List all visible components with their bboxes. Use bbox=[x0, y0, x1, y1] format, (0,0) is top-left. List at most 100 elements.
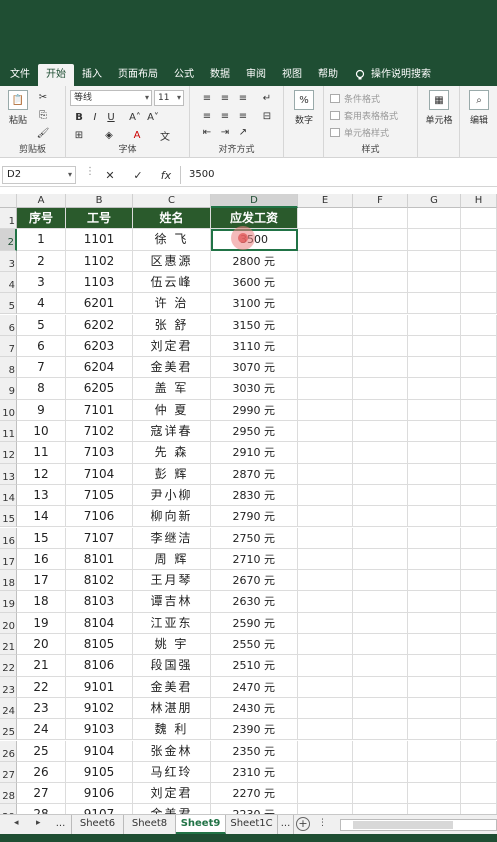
add-sheet-button[interactable]: + bbox=[296, 817, 310, 831]
empty-cell[interactable] bbox=[298, 697, 353, 720]
font-name-select[interactable]: 等线 ▾ bbox=[70, 90, 152, 106]
table-header-cell[interactable]: 应发工资 bbox=[211, 208, 298, 230]
empty-cell[interactable] bbox=[298, 719, 353, 741]
table-cell-name[interactable]: 王月琴 bbox=[133, 570, 211, 592]
copy-icon[interactable]: ⎘ bbox=[36, 108, 50, 122]
cancel-button[interactable]: ✕ bbox=[100, 166, 120, 184]
empty-cell[interactable] bbox=[353, 591, 408, 613]
empty-cell[interactable] bbox=[298, 676, 353, 698]
table-cell-id[interactable]: 9106 bbox=[66, 783, 133, 805]
tab-6[interactable]: 审阅 bbox=[238, 64, 274, 86]
sheet-tab[interactable]: ... bbox=[50, 815, 72, 834]
empty-cell[interactable] bbox=[353, 250, 408, 272]
empty-cell[interactable] bbox=[298, 612, 353, 634]
empty-cell[interactable] bbox=[461, 250, 497, 272]
row-header[interactable]: 11 bbox=[0, 421, 17, 443]
empty-cell[interactable] bbox=[461, 314, 497, 336]
empty-cell[interactable] bbox=[408, 740, 461, 762]
empty-cell[interactable] bbox=[298, 293, 353, 315]
table-cell-id[interactable]: 9102 bbox=[66, 697, 133, 720]
font-size-select[interactable]: 11 ▾ bbox=[154, 90, 184, 106]
empty-cell[interactable] bbox=[408, 293, 461, 315]
table-cell-name[interactable]: 张金林 bbox=[133, 740, 211, 762]
next-sheet-icon[interactable]: ▸ bbox=[36, 818, 41, 828]
empty-cell[interactable] bbox=[408, 676, 461, 698]
table-cell-name[interactable]: 仲 夏 bbox=[133, 399, 211, 421]
indent-decrease-icon[interactable]: ⇤ bbox=[200, 126, 214, 138]
row-header[interactable]: 10 bbox=[0, 399, 17, 421]
table-cell-name[interactable]: 柳向新 bbox=[133, 506, 211, 528]
empty-cell[interactable] bbox=[408, 655, 461, 677]
row-header[interactable]: 15 bbox=[0, 506, 17, 528]
table-cell-id[interactable]: 6205 bbox=[66, 378, 133, 400]
empty-cell[interactable] bbox=[461, 761, 497, 784]
table-cell-name[interactable]: 寇详春 bbox=[133, 421, 211, 443]
row-header[interactable]: 17 bbox=[0, 548, 17, 571]
empty-cell[interactable] bbox=[461, 421, 497, 443]
empty-cell[interactable] bbox=[298, 335, 353, 358]
row-header[interactable]: 8 bbox=[0, 357, 17, 379]
table-cell-id[interactable]: 9103 bbox=[66, 719, 133, 741]
empty-cell[interactable] bbox=[408, 484, 461, 507]
empty-cell[interactable] bbox=[461, 591, 497, 613]
align-right-icon[interactable]: ≡ bbox=[236, 110, 250, 122]
empty-cell[interactable] bbox=[353, 527, 408, 549]
column-header-f[interactable]: F bbox=[353, 194, 408, 208]
column-header-a[interactable]: A bbox=[17, 194, 66, 208]
table-cell-id[interactable]: 6204 bbox=[66, 357, 133, 379]
conditional-format-button[interactable]: 条件格式 bbox=[330, 92, 380, 105]
row-header[interactable]: 5 bbox=[0, 293, 17, 315]
table-cell-id[interactable]: 6201 bbox=[66, 293, 133, 315]
tab-5[interactable]: 数据 bbox=[202, 64, 238, 86]
more-icon[interactable]: ⋮ bbox=[318, 818, 327, 828]
table-cell-salary[interactable]: 2270 元 bbox=[211, 783, 298, 805]
horizontal-scrollbar[interactable] bbox=[340, 819, 497, 831]
table-cell-seq[interactable]: 13 bbox=[17, 484, 66, 507]
tab-0[interactable]: 文件 bbox=[2, 64, 38, 86]
empty-cell[interactable] bbox=[353, 357, 408, 379]
bold-button[interactable]: B bbox=[72, 110, 86, 124]
table-cell-name[interactable]: 谭吉林 bbox=[133, 591, 211, 613]
empty-cell[interactable] bbox=[353, 378, 408, 400]
table-cell-salary[interactable]: 2950 元 bbox=[211, 421, 298, 443]
column-header-b[interactable]: B bbox=[66, 194, 133, 208]
empty-cell[interactable] bbox=[408, 570, 461, 592]
empty-cell[interactable] bbox=[353, 484, 408, 507]
empty-cell[interactable] bbox=[408, 463, 461, 485]
align-middle-icon[interactable]: ≡ bbox=[218, 92, 232, 104]
table-cell-salary[interactable]: 3070 元 bbox=[211, 357, 298, 379]
row-header[interactable]: 21 bbox=[0, 634, 17, 656]
empty-cell[interactable] bbox=[298, 399, 353, 421]
empty-cell[interactable] bbox=[408, 506, 461, 528]
column-header-c[interactable]: C bbox=[133, 194, 211, 208]
table-cell-name[interactable]: 刘定君 bbox=[133, 783, 211, 805]
table-header-cell[interactable]: 姓名 bbox=[133, 208, 211, 230]
table-cell-salary[interactable]: 3110 元 bbox=[211, 335, 298, 358]
table-cell-salary[interactable]: 2910 元 bbox=[211, 442, 298, 464]
indent-increase-icon[interactable]: ⇥ bbox=[218, 126, 232, 138]
number-format-button[interactable]: % 数字 bbox=[290, 90, 318, 126]
column-header-e[interactable]: E bbox=[298, 194, 353, 208]
empty-cell[interactable] bbox=[353, 335, 408, 358]
row-header[interactable]: 6 bbox=[0, 314, 17, 336]
table-cell-seq[interactable]: 18 bbox=[17, 591, 66, 613]
table-cell-id[interactable]: 9101 bbox=[66, 676, 133, 698]
column-header-g[interactable]: G bbox=[408, 194, 461, 208]
row-header[interactable]: 12 bbox=[0, 442, 17, 464]
table-cell-name[interactable]: 张 舒 bbox=[133, 314, 211, 336]
empty-cell[interactable] bbox=[298, 484, 353, 507]
worksheet-grid[interactable]: ABCDEFGH1序号工号姓名应发工资211101徐 飞3500321102区惠… bbox=[0, 194, 497, 814]
table-cell-name[interactable]: 周 辉 bbox=[133, 548, 211, 571]
search-tab[interactable]: 操作说明搜索 bbox=[346, 64, 439, 86]
table-cell-seq[interactable]: 10 bbox=[17, 421, 66, 443]
table-cell-id[interactable]: 8105 bbox=[66, 634, 133, 656]
empty-cell[interactable] bbox=[461, 783, 497, 805]
table-cell-salary[interactable]: 2590 元 bbox=[211, 612, 298, 634]
empty-cell[interactable] bbox=[408, 314, 461, 336]
table-cell-id[interactable]: 8102 bbox=[66, 570, 133, 592]
empty-cell[interactable] bbox=[353, 293, 408, 315]
table-cell-name[interactable]: 盖 军 bbox=[133, 378, 211, 400]
table-cell-name[interactable]: 许 治 bbox=[133, 293, 211, 315]
empty-cell[interactable] bbox=[408, 548, 461, 571]
empty-cell[interactable] bbox=[298, 378, 353, 400]
